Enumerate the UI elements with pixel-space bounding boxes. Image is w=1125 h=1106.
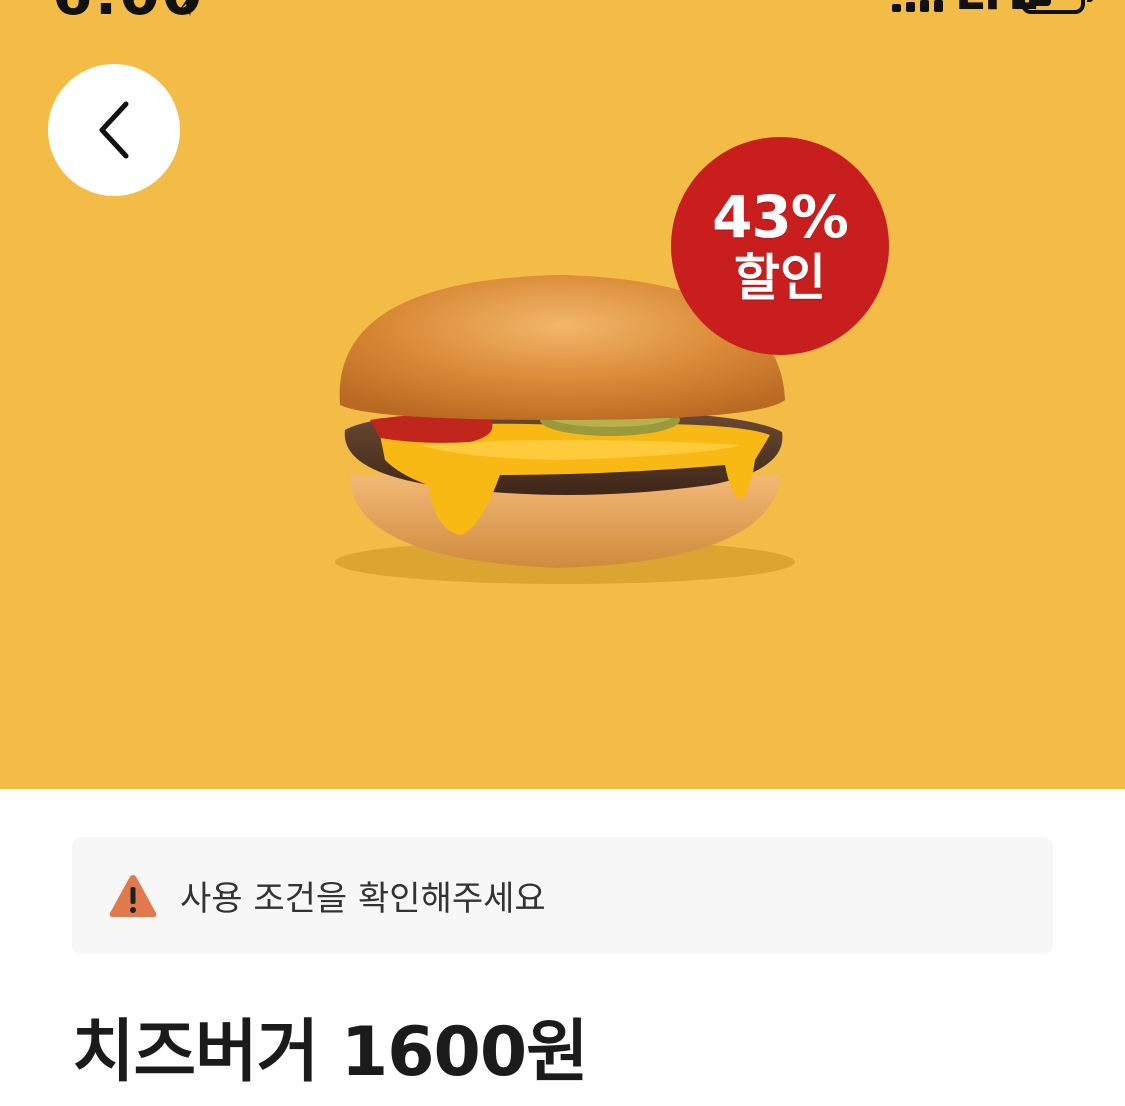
discount-badge: 43% 할인	[671, 137, 889, 355]
location-arrow-icon	[178, 0, 194, 16]
hero-banner: 6:00 LTE	[0, 0, 1125, 789]
chevron-left-icon	[99, 101, 129, 159]
discount-label: 할인	[734, 249, 826, 307]
product-title: 치즈버거 1600원	[72, 1013, 589, 1092]
discount-percent: 43%	[712, 183, 849, 251]
warning-icon	[109, 874, 157, 917]
signal-icon	[892, 0, 943, 12]
back-button[interactable]	[48, 64, 180, 196]
usage-conditions-notice[interactable]: 사용 조건을 확인해주세요	[72, 837, 1053, 954]
battery-icon	[1021, 0, 1093, 14]
notice-text: 사용 조건을 확인해주세요	[180, 879, 546, 919]
